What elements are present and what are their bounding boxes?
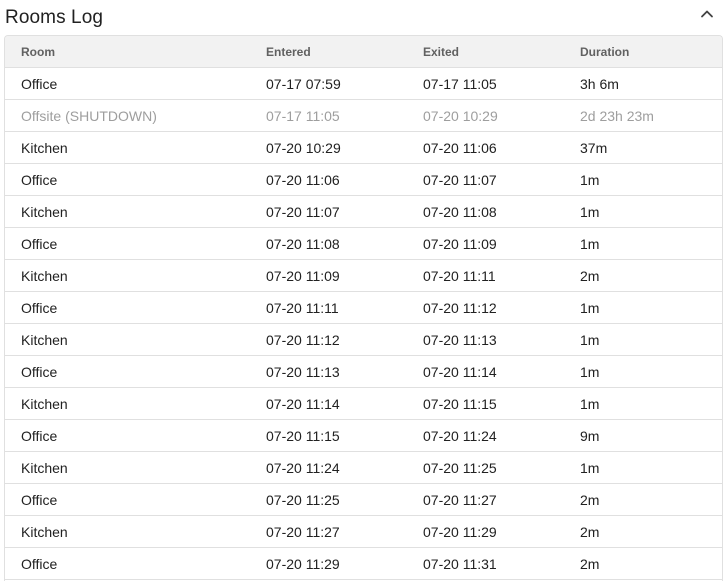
cell-duration: 1m: [564, 195, 722, 228]
collapse-button[interactable]: [697, 4, 717, 24]
cell-entered: 07-20 11:11: [250, 291, 407, 324]
cell-duration: 1m: [564, 355, 722, 388]
table-row[interactable]: Kitchen 07-20 11:12 07-20 11:13 1m: [5, 323, 722, 356]
cell-exited: 07-20 11:06: [407, 131, 564, 164]
column-header-room[interactable]: Room: [5, 36, 250, 68]
cell-duration: 1m: [564, 323, 722, 356]
table-row[interactable]: Office 07-20 11:29 07-20 11:31 2m: [5, 547, 722, 580]
cell-entered: 07-20 11:25: [250, 483, 407, 516]
table-row[interactable]: Kitchen 07-20 11:24 07-20 11:25 1m: [5, 451, 722, 484]
cell-room: Kitchen: [5, 451, 250, 484]
cell-room: Offsite (SHUTDOWN): [5, 99, 250, 132]
column-header-entered[interactable]: Entered: [250, 36, 407, 68]
cell-entered: 07-20 11:12: [250, 323, 407, 356]
table-row[interactable]: Office 07-17 07:59 07-17 11:05 3h 6m: [5, 67, 722, 100]
cell-room: Office: [5, 227, 250, 260]
table-row[interactable]: Office 07-20 11:08 07-20 11:09 1m: [5, 227, 722, 260]
table-row[interactable]: Kitchen 07-20 11:09 07-20 11:11 2m: [5, 259, 722, 292]
cell-entered: 07-20 11:24: [250, 451, 407, 484]
table-row[interactable]: Office 07-20 11:06 07-20 11:07 1m: [5, 163, 722, 196]
panel-title: Rooms Log: [5, 7, 104, 28]
cell-room: Office: [5, 291, 250, 324]
cell-exited: 07-20 11:08: [407, 195, 564, 228]
rooms-log-table-container[interactable]: Room Entered Exited Duration Office 07-17…: [4, 35, 723, 581]
cell-entered: 07-20 11:15: [250, 419, 407, 452]
cell-entered: 07-20 10:29: [250, 131, 407, 164]
cell-entered: 07-20 11:14: [250, 387, 407, 420]
table-row[interactable]: Kitchen 07-20 10:29 07-20 11:06 37m: [5, 131, 722, 164]
cell-exited: 07-20 11:27: [407, 483, 564, 516]
cell-exited: 07-20 11:31: [407, 547, 564, 580]
cell-room: Kitchen: [5, 259, 250, 292]
cell-exited: 07-20 11:11: [407, 259, 564, 292]
cell-entered: 07-20 11:06: [250, 163, 407, 196]
cell-room: Office: [5, 67, 250, 100]
cell-entered: 07-17 11:05: [250, 99, 407, 132]
cell-exited: 07-17 11:05: [407, 67, 564, 100]
table-header-row: Room Entered Exited Duration: [5, 36, 722, 68]
column-header-exited[interactable]: Exited: [407, 36, 564, 68]
table-row[interactable]: Kitchen 07-20 11:14 07-20 11:15 1m: [5, 387, 722, 420]
cell-room: Kitchen: [5, 323, 250, 356]
cell-entered: 07-20 11:27: [250, 515, 407, 548]
cell-entered: 07-20 11:29: [250, 547, 407, 580]
cell-exited: 07-20 11:25: [407, 451, 564, 484]
table-row[interactable]: Office 07-20 11:25 07-20 11:27 2m: [5, 483, 722, 516]
cell-exited: 07-20 11:13: [407, 323, 564, 356]
cell-exited: 07-20 11:24: [407, 419, 564, 452]
cell-exited: 07-20 10:29: [407, 99, 564, 132]
cell-duration: 1m: [564, 387, 722, 420]
cell-duration: 9m: [564, 419, 722, 452]
cell-room: Office: [5, 355, 250, 388]
cell-exited: 07-20 11:12: [407, 291, 564, 324]
table-row[interactable]: Office 07-20 11:13 07-20 11:14 1m: [5, 355, 722, 388]
cell-duration: 2d 23h 23m: [564, 99, 722, 132]
cell-exited: 07-20 11:09: [407, 227, 564, 260]
cell-entered: 07-20 11:08: [250, 227, 407, 260]
cell-room: Kitchen: [5, 515, 250, 548]
cell-room: Kitchen: [5, 131, 250, 164]
table-row[interactable]: Kitchen 07-20 11:07 07-20 11:08 1m: [5, 195, 722, 228]
rooms-log-table: Room Entered Exited Duration Office 07-17…: [5, 36, 722, 580]
cell-entered: 07-17 07:59: [250, 67, 407, 100]
cell-room: Kitchen: [5, 387, 250, 420]
cell-duration: 2m: [564, 483, 722, 516]
cell-duration: 37m: [564, 131, 722, 164]
table-row[interactable]: Offsite (SHUTDOWN) 07-17 11:05 07-20 10:29…: [5, 99, 722, 132]
cell-duration: 1m: [564, 163, 722, 196]
cell-duration: 1m: [564, 227, 722, 260]
cell-duration: 2m: [564, 259, 722, 292]
cell-duration: 3h 6m: [564, 67, 722, 100]
chevron-up-icon: [701, 10, 713, 18]
cell-room: Office: [5, 163, 250, 196]
panel-header: Rooms Log: [0, 0, 725, 36]
cell-exited: 07-20 11:15: [407, 387, 564, 420]
table-row[interactable]: Office 07-20 11:15 07-20 11:24 9m: [5, 419, 722, 452]
table-row[interactable]: Kitchen 07-20 11:27 07-20 11:29 2m: [5, 515, 722, 548]
cell-entered: 07-20 11:13: [250, 355, 407, 388]
table-row[interactable]: Office 07-20 11:11 07-20 11:12 1m: [5, 291, 722, 324]
cell-duration: 2m: [564, 547, 722, 580]
cell-room: Office: [5, 419, 250, 452]
rooms-log-panel: Rooms Log Room Entered Exited Duration O…: [0, 0, 725, 581]
cell-duration: 2m: [564, 515, 722, 548]
cell-room: Office: [5, 483, 250, 516]
cell-entered: 07-20 11:07: [250, 195, 407, 228]
cell-duration: 1m: [564, 451, 722, 484]
cell-entered: 07-20 11:09: [250, 259, 407, 292]
table-body: Office 07-17 07:59 07-17 11:05 3h 6m Offsite…: [5, 67, 722, 580]
cell-exited: 07-20 11:14: [407, 355, 564, 388]
cell-exited: 07-20 11:29: [407, 515, 564, 548]
column-header-duration[interactable]: Duration: [564, 36, 722, 68]
cell-room: Office: [5, 547, 250, 580]
cell-duration: 1m: [564, 291, 722, 324]
cell-room: Kitchen: [5, 195, 250, 228]
cell-exited: 07-20 11:07: [407, 163, 564, 196]
